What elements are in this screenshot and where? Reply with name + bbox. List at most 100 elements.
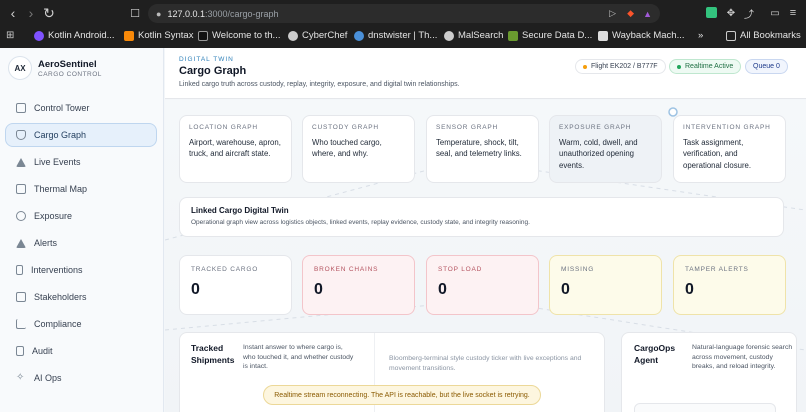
media-icon[interactable]: ▷ — [609, 8, 616, 19]
location-graph-card[interactable]: LOCATION GRAPH Airport, warehouse, apron… — [179, 115, 292, 183]
bookmark-favicon — [508, 30, 518, 41]
sidebar-item-thermal-map[interactable]: Thermal Map — [5, 177, 157, 201]
sidebar-item-label: Interventions — [31, 265, 83, 275]
bookmark-label: Kotlin Syntax — [138, 30, 194, 41]
page-description: Linked cargo truth across custody, repla… — [179, 81, 460, 88]
sidebar-item-alerts[interactable]: Alerts — [5, 231, 157, 255]
bookmark-label: Wayback Mach... — [612, 30, 685, 41]
brave-shields-icon[interactable]: ◆ — [627, 8, 634, 19]
custody-ticker-description: Bloomberg-terminal style custody ticker … — [389, 355, 582, 372]
sidebar-item-live-events[interactable]: Live Events — [5, 150, 157, 174]
brand-badge: AX — [8, 56, 32, 80]
exposure-graph-card[interactable]: EXPOSURE GRAPH Warm, cold, dwell, and un… — [549, 115, 662, 183]
sidebar-item-label: Alerts — [34, 238, 58, 248]
sidebar-item-label: Compliance — [34, 319, 82, 329]
queue-badge[interactable]: Queue 0 — [745, 59, 788, 74]
apps-icon[interactable]: ⊞ — [6, 30, 14, 41]
sidebar-item-exposure[interactable]: Exposure — [5, 204, 157, 228]
building-icon — [16, 292, 26, 302]
sidebar-item-cargo-graph[interactable]: Cargo Graph — [5, 123, 157, 147]
site-info-icon[interactable]: ● — [156, 9, 161, 19]
sensor-graph-card[interactable]: SENSOR GRAPH Temperature, shock, tilt, s… — [426, 115, 539, 183]
bookmark-label: Kotlin Android... — [48, 30, 115, 41]
bookmark-label: Welcome to th... — [212, 30, 281, 41]
warning-icon — [16, 157, 26, 167]
tracked-shipments-description: Instant answer to where cargo is, who to… — [243, 344, 354, 371]
grid-icon — [16, 103, 26, 113]
graph-node — [668, 107, 678, 117]
url-host: 127.0.0.1 — [167, 8, 205, 19]
forward-icon[interactable]: › — [22, 4, 40, 22]
page-title: Cargo Graph — [179, 65, 247, 77]
stat-label: MISSING — [561, 266, 595, 273]
digital-twin-card: Linked Cargo Digital Twin Operational gr… — [179, 197, 784, 237]
sidebar-item-interventions[interactable]: Interventions — [5, 258, 157, 282]
bookmark-favicon — [34, 30, 44, 41]
bookmark-favicon — [288, 30, 298, 41]
graph-card-text: Temperature, shock, tilt, seal, and tele… — [436, 138, 522, 159]
brand-name: AeroSentinel — [38, 58, 97, 70]
stat-label: BROKEN CHAINS — [314, 266, 379, 273]
bookmark-label: dnstwister | Th... — [368, 30, 438, 41]
browser-toolbar: ‹ › ↻ ☐ ● 127.0.0.1:3000/cargo-graph ▷ ◆… — [0, 0, 806, 26]
sidebar-item-label: Cargo Graph — [34, 130, 87, 140]
share-icon[interactable]: ⤴ — [740, 4, 758, 22]
bookmark-favicon — [598, 30, 608, 41]
sidebar-item-compliance[interactable]: Compliance — [5, 312, 157, 336]
sidebar-item-label: Thermal Map — [34, 184, 88, 194]
bookmark-label: MalSearch — [458, 30, 504, 41]
digital-twin-title: Linked Cargo Digital Twin — [191, 206, 289, 215]
sidebar-item-ai-ops[interactable]: ✧ AI Ops — [5, 366, 157, 390]
document-icon — [16, 346, 24, 356]
graph-card-label: CUSTODY GRAPH — [312, 124, 379, 131]
alert-icon — [16, 238, 26, 248]
browser-chrome: ‹ › ↻ ☐ ● 127.0.0.1:3000/cargo-graph ▷ ◆… — [0, 0, 806, 48]
bookmark-item[interactable]: Kotlin Syntax — [124, 30, 193, 41]
sidebar-item-label: Exposure — [34, 211, 73, 221]
bookmark-item[interactable]: MalSearch — [444, 30, 503, 41]
stat-value: 0 — [438, 281, 447, 298]
bookmark-item[interactable]: CyberChef — [288, 30, 347, 41]
shield-icon — [16, 130, 26, 140]
flight-pill-label: Flight EK202 / B777F — [591, 63, 658, 70]
all-bookmarks-button[interactable]: All Bookmarks — [726, 30, 801, 41]
bookmark-label: CyberChef — [302, 30, 348, 41]
back-icon[interactable]: ‹ — [4, 4, 22, 22]
bookmark-icon[interactable]: ☐ — [126, 4, 144, 22]
intervention-graph-card[interactable]: INTERVENTION GRAPH Task assignment, veri… — [673, 115, 786, 183]
bookmark-item[interactable]: Wayback Mach... — [598, 30, 685, 41]
sidebar-item-label: Live Events — [34, 157, 81, 167]
bar-chart-icon — [16, 319, 26, 329]
cargoops-agent-title: CargoOps Agent — [634, 343, 676, 365]
bookmark-item[interactable]: Kotlin Android... — [34, 30, 115, 41]
sidebar-nav: Control Tower Cargo Graph Live Events Th… — [5, 96, 157, 393]
reload-icon[interactable]: ↻ — [40, 4, 58, 22]
queue-label: Queue 0 — [753, 63, 780, 70]
sidebar-item-stakeholders[interactable]: Stakeholders — [5, 285, 157, 309]
cargoops-agent-description: Natural-language forensic search across … — [692, 344, 793, 371]
graph-card-label: INTERVENTION GRAPH — [683, 124, 771, 131]
reconnect-toast: Realtime stream reconnecting. The API is… — [263, 385, 541, 405]
brave-rewards-icon[interactable]: ▲ — [643, 9, 652, 19]
puzzle-icon[interactable]: ✥ — [722, 4, 740, 22]
custody-graph-card[interactable]: CUSTODY GRAPH Who touched cargo, where, … — [302, 115, 415, 183]
more-bookmarks-button[interactable]: » — [698, 30, 703, 41]
bookmark-item[interactable]: Secure Data D... — [508, 30, 592, 41]
bookmark-item[interactable]: dnstwister | Th... — [354, 30, 437, 41]
bookmark-item[interactable]: Welcome to th... — [198, 30, 280, 41]
sidebar-toggle-icon[interactable]: ▭ — [766, 4, 784, 22]
address-bar[interactable]: ● 127.0.0.1:3000/cargo-graph ▷ ◆ ▲ — [148, 4, 660, 23]
stat-broken-chains: BROKEN CHAINS 0 — [302, 255, 415, 315]
stat-value: 0 — [191, 281, 200, 298]
sidebar-item-audit[interactable]: Audit — [5, 339, 157, 363]
menu-icon[interactable]: ≡ — [784, 4, 802, 22]
extension-icon[interactable] — [706, 7, 717, 18]
sidebar-item-control-tower[interactable]: Control Tower — [5, 96, 157, 120]
sidebar: AX AeroSentinel CARGO CONTROL Control To… — [0, 48, 164, 412]
graph-card-text: Warm, cold, dwell, and unauthorized open… — [559, 138, 638, 170]
flight-pill[interactable]: Flight EK202 / B777F — [575, 59, 666, 74]
graph-card-label: LOCATION GRAPH — [189, 124, 258, 131]
stat-tracked-cargo: TRACKED CARGO 0 — [179, 255, 292, 315]
map-icon — [16, 184, 26, 194]
agent-query-input[interactable] — [634, 403, 776, 412]
